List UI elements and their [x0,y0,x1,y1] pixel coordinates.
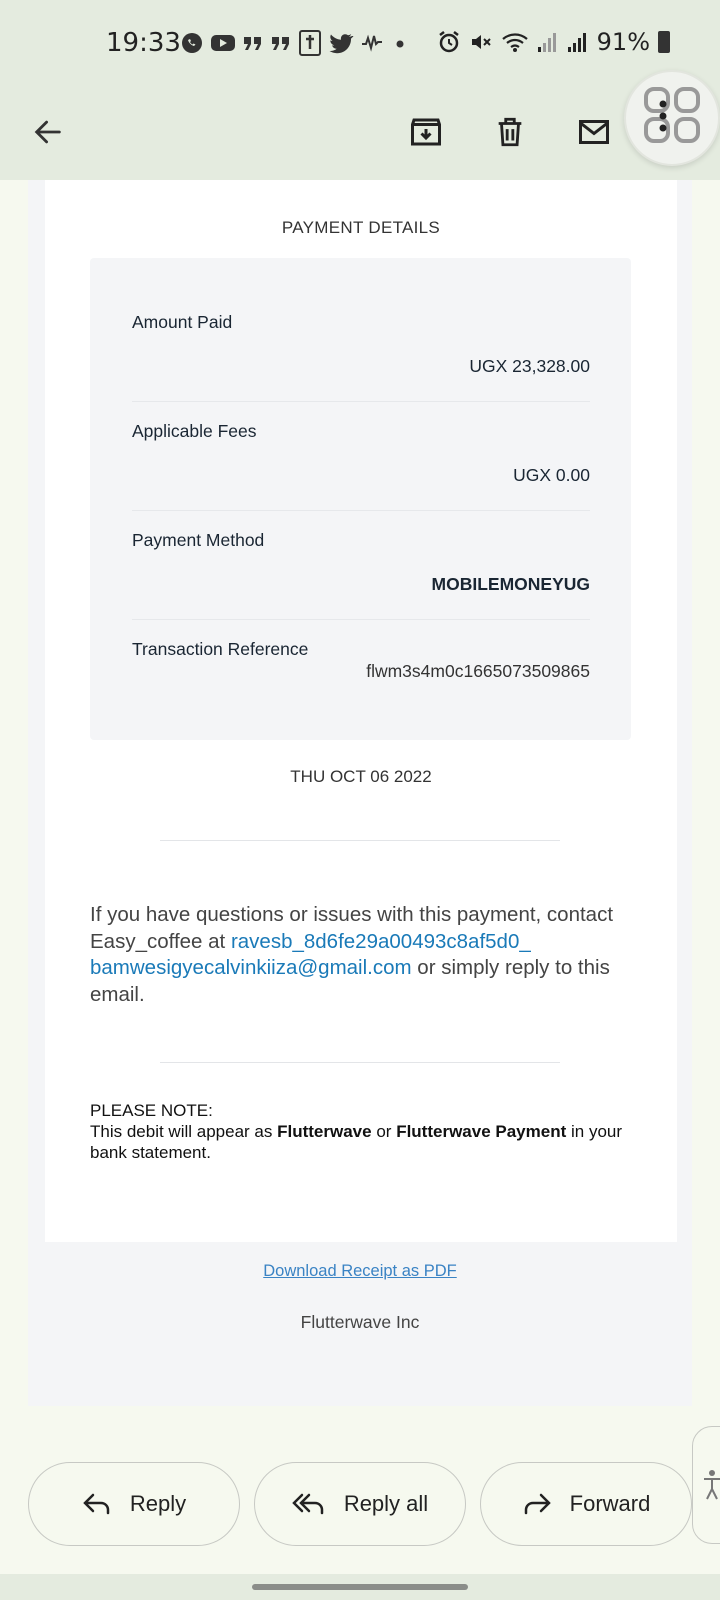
home-gesture-bar[interactable] [252,1584,468,1590]
detail-label: Applicable Fees [132,421,257,441]
payment-date: THU OCT 06 2022 [290,767,432,786]
row-divider [132,619,590,620]
contact-paragraph: If you have questions or issues with thi… [90,902,640,1008]
notification-icons [180,30,410,56]
signal-icon [537,33,556,52]
floating-apps-button[interactable] [624,70,720,166]
signal-icon [567,33,586,52]
battery-icon [658,31,670,53]
back-arrow-icon [34,120,61,144]
twitter-icon [329,34,354,54]
note-block: PLEASE NOTE: This debit will appear as F… [90,1100,630,1163]
email-actions: Reply Reply all Forward [28,1462,718,1546]
archive-button[interactable] [398,104,454,160]
note-heading: PLEASE NOTE: [90,1101,213,1120]
mail-icon [579,120,609,144]
forward-button[interactable]: Forward [480,1462,692,1546]
payment-details-title: PAYMENT DETAILS [281,218,441,237]
whatsapp-icon [182,33,202,53]
detail-row-method: Payment Method MOBILEMONEYUG [132,530,590,600]
row-divider [132,510,590,511]
note-bold: Flutterwave Payment [396,1122,567,1141]
row-divider [132,401,590,402]
detail-label: Payment Method [132,530,265,550]
receipt-card: PAYMENT DETAILS Amount Paid UGX 23,328.0… [45,180,677,1242]
note-text: or [376,1122,392,1141]
quote-icon [244,37,261,50]
forward-icon [524,1493,551,1515]
note-bold: Flutterwave [277,1122,372,1141]
reply-all-label: Reply all [343,1491,429,1516]
divider [160,1062,560,1063]
detail-label: Amount Paid [132,312,233,332]
status-bar: 19:33 91% [0,0,720,88]
accessibility-icon [704,1470,720,1500]
mark-unread-button[interactable] [566,104,622,160]
battery-percent: 91% [596,28,650,56]
detail-label: Transaction Reference [132,639,309,659]
status-time: 19:33 [106,28,181,58]
alarm-icon [438,31,459,53]
grid-icon [644,87,700,143]
reply-all-button[interactable]: Reply all [254,1462,466,1546]
youtube-icon [211,35,235,51]
divider [160,840,560,841]
detail-value: UGX 23,328.00 [469,356,590,376]
company-name: Flutterwave Inc [300,1312,420,1332]
forward-label: Forward [569,1491,651,1516]
reply-label: Reply [129,1491,187,1516]
more-vert-icon[interactable] [658,98,668,138]
detail-row-fees: Applicable Fees UGX 0.00 [132,421,590,491]
quote-icon [272,37,289,50]
delete-icon [498,117,522,147]
back-button[interactable] [20,104,76,160]
detail-row-reference: Transaction Reference flwm3s4m0c16650735… [132,639,590,689]
download-receipt-link[interactable]: Download Receipt as PDF [0,1262,720,1281]
reply-button[interactable]: Reply [28,1462,240,1546]
reply-all-icon [292,1493,324,1515]
archive-icon [411,118,441,146]
system-icons: 91% [437,28,670,56]
payment-details-box: Amount Paid UGX 23,328.00 Applicable Fee… [90,258,631,740]
accessibility-tab[interactable] [692,1426,720,1544]
note-text: This debit will appear as [90,1122,273,1141]
reply-icon [83,1493,110,1515]
waveform-icon [362,34,382,52]
delete-button[interactable] [482,104,538,160]
detail-value: MOBILEMONEYUG [431,574,590,594]
mute-icon [471,35,491,49]
dot-icon [396,40,404,48]
email-toolbar [0,88,720,180]
detail-value: flwm3s4m0c1665073509865 [366,661,590,681]
detail-row-amount: Amount Paid UGX 23,328.00 [132,312,590,382]
wifi-icon [501,33,528,52]
bible-icon [299,30,321,56]
detail-value: UGX 0.00 [513,465,590,485]
navigation-bar [0,1574,720,1600]
